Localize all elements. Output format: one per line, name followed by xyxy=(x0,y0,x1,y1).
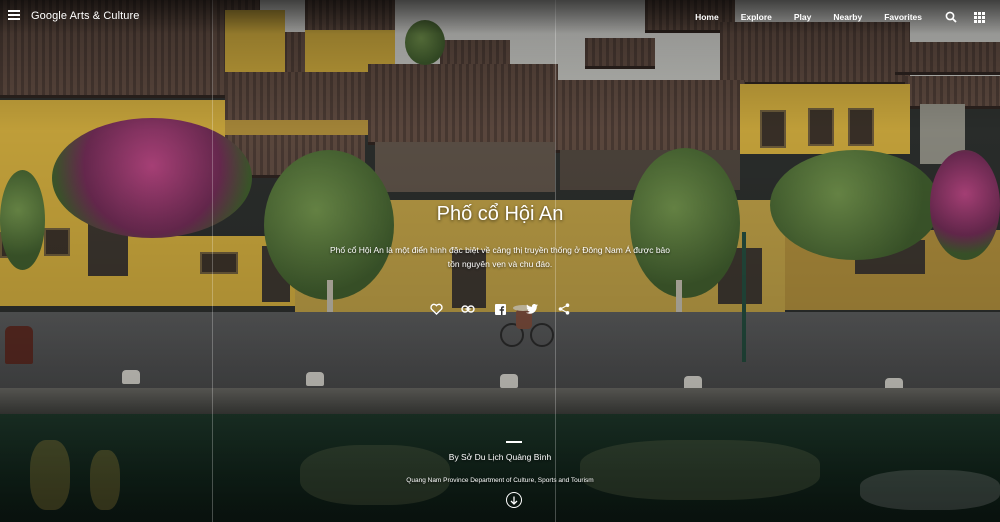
link-icon[interactable] xyxy=(461,302,475,316)
scroll-down-button[interactable] xyxy=(506,492,522,508)
favorite-icon[interactable] xyxy=(429,302,443,316)
column-guide xyxy=(212,0,213,522)
nav-explore[interactable]: Explore xyxy=(741,12,772,22)
nav-favorites[interactable]: Favorites xyxy=(884,12,922,22)
page-description: Phố cổ Hội An là một điển hình đặc biệt … xyxy=(329,245,671,269)
page-title: Phố cổ Hội An xyxy=(436,203,564,225)
app-logo[interactable]: Google Arts & Culture xyxy=(31,10,140,22)
action-bar xyxy=(0,302,1000,316)
nav-play[interactable]: Play xyxy=(794,12,812,22)
menu-icon[interactable] xyxy=(8,10,20,20)
apps-grid-icon[interactable] xyxy=(972,10,986,24)
divider xyxy=(506,441,522,443)
arrow-down-icon xyxy=(510,496,518,505)
author-byline[interactable]: By Sở Du Lịch Quảng Bình xyxy=(0,452,1000,462)
main-nav: Home Explore Play Nearby Favorites xyxy=(695,0,1000,34)
nav-home[interactable]: Home xyxy=(695,12,719,22)
publisher-name: Quang Nam Province Department of Culture… xyxy=(406,477,594,484)
search-icon[interactable] xyxy=(944,10,958,24)
nav-nearby[interactable]: Nearby xyxy=(833,12,862,22)
share-icon[interactable] xyxy=(557,302,571,316)
facebook-icon[interactable] xyxy=(493,302,507,316)
twitter-icon[interactable] xyxy=(525,302,539,316)
top-navigation-bar: Google Arts & Culture Home Explore Play … xyxy=(0,0,1000,34)
